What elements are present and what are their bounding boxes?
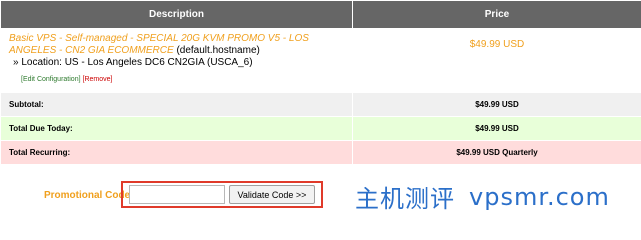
due-today-value: $49.99 USD [352,116,641,141]
location-option: » Location: US - Los Angeles DC6 CN2GIA … [13,57,253,68]
validate-code-button[interactable]: Validate Code >> [229,185,315,204]
item-description-cell: Basic VPS - Self-managed - SPECIAL 20G K… [0,28,353,93]
recurring-row: Total Recurring: $49.99 USD Quarterly [0,140,641,165]
remove-link[interactable]: [Remove] [83,76,113,83]
promo-code-highlight: Validate Code >> [121,181,323,208]
recurring-label: Total Recurring: [0,140,353,165]
product-name: Basic VPS - Self-managed - SPECIAL 20G K… [9,33,309,56]
edit-configuration-link[interactable]: [Edit Configuration] [21,76,81,83]
price-header: Price [352,0,641,29]
due-today-label: Total Due Today: [0,116,353,141]
subtotal-value: $49.99 USD [352,92,641,117]
description-header: Description [0,0,353,29]
watermark-cn-text: 主机测评 [355,185,455,213]
watermark-banner: 主机测评 vpsmr.com [341,172,641,221]
cart-header-row: Description Price [0,0,641,29]
item-price: $49.99 USD [352,28,641,93]
due-today-row: Total Due Today: $49.99 USD [0,116,641,141]
cart-page: Description Price Basic VPS - Self-manag… [0,0,641,221]
subtotal-row: Subtotal: $49.99 USD [0,92,641,117]
hostname: (default.hostname) [173,45,260,56]
promo-code-input[interactable] [129,185,225,204]
promo-code-label: Promotional Code [44,190,131,201]
cart-item-row: Basic VPS - Self-managed - SPECIAL 20G K… [0,28,641,93]
product-group: Basic VPS - Self-managed [9,33,128,44]
watermark-site-text: vpsmr.com [469,182,610,211]
item-actions: [Edit Configuration] [Remove] [21,74,112,86]
subtotal-label: Subtotal: [0,92,353,117]
cart-table: Description Price Basic VPS - Self-manag… [0,0,641,165]
recurring-value: $49.99 USD Quarterly [352,140,641,165]
